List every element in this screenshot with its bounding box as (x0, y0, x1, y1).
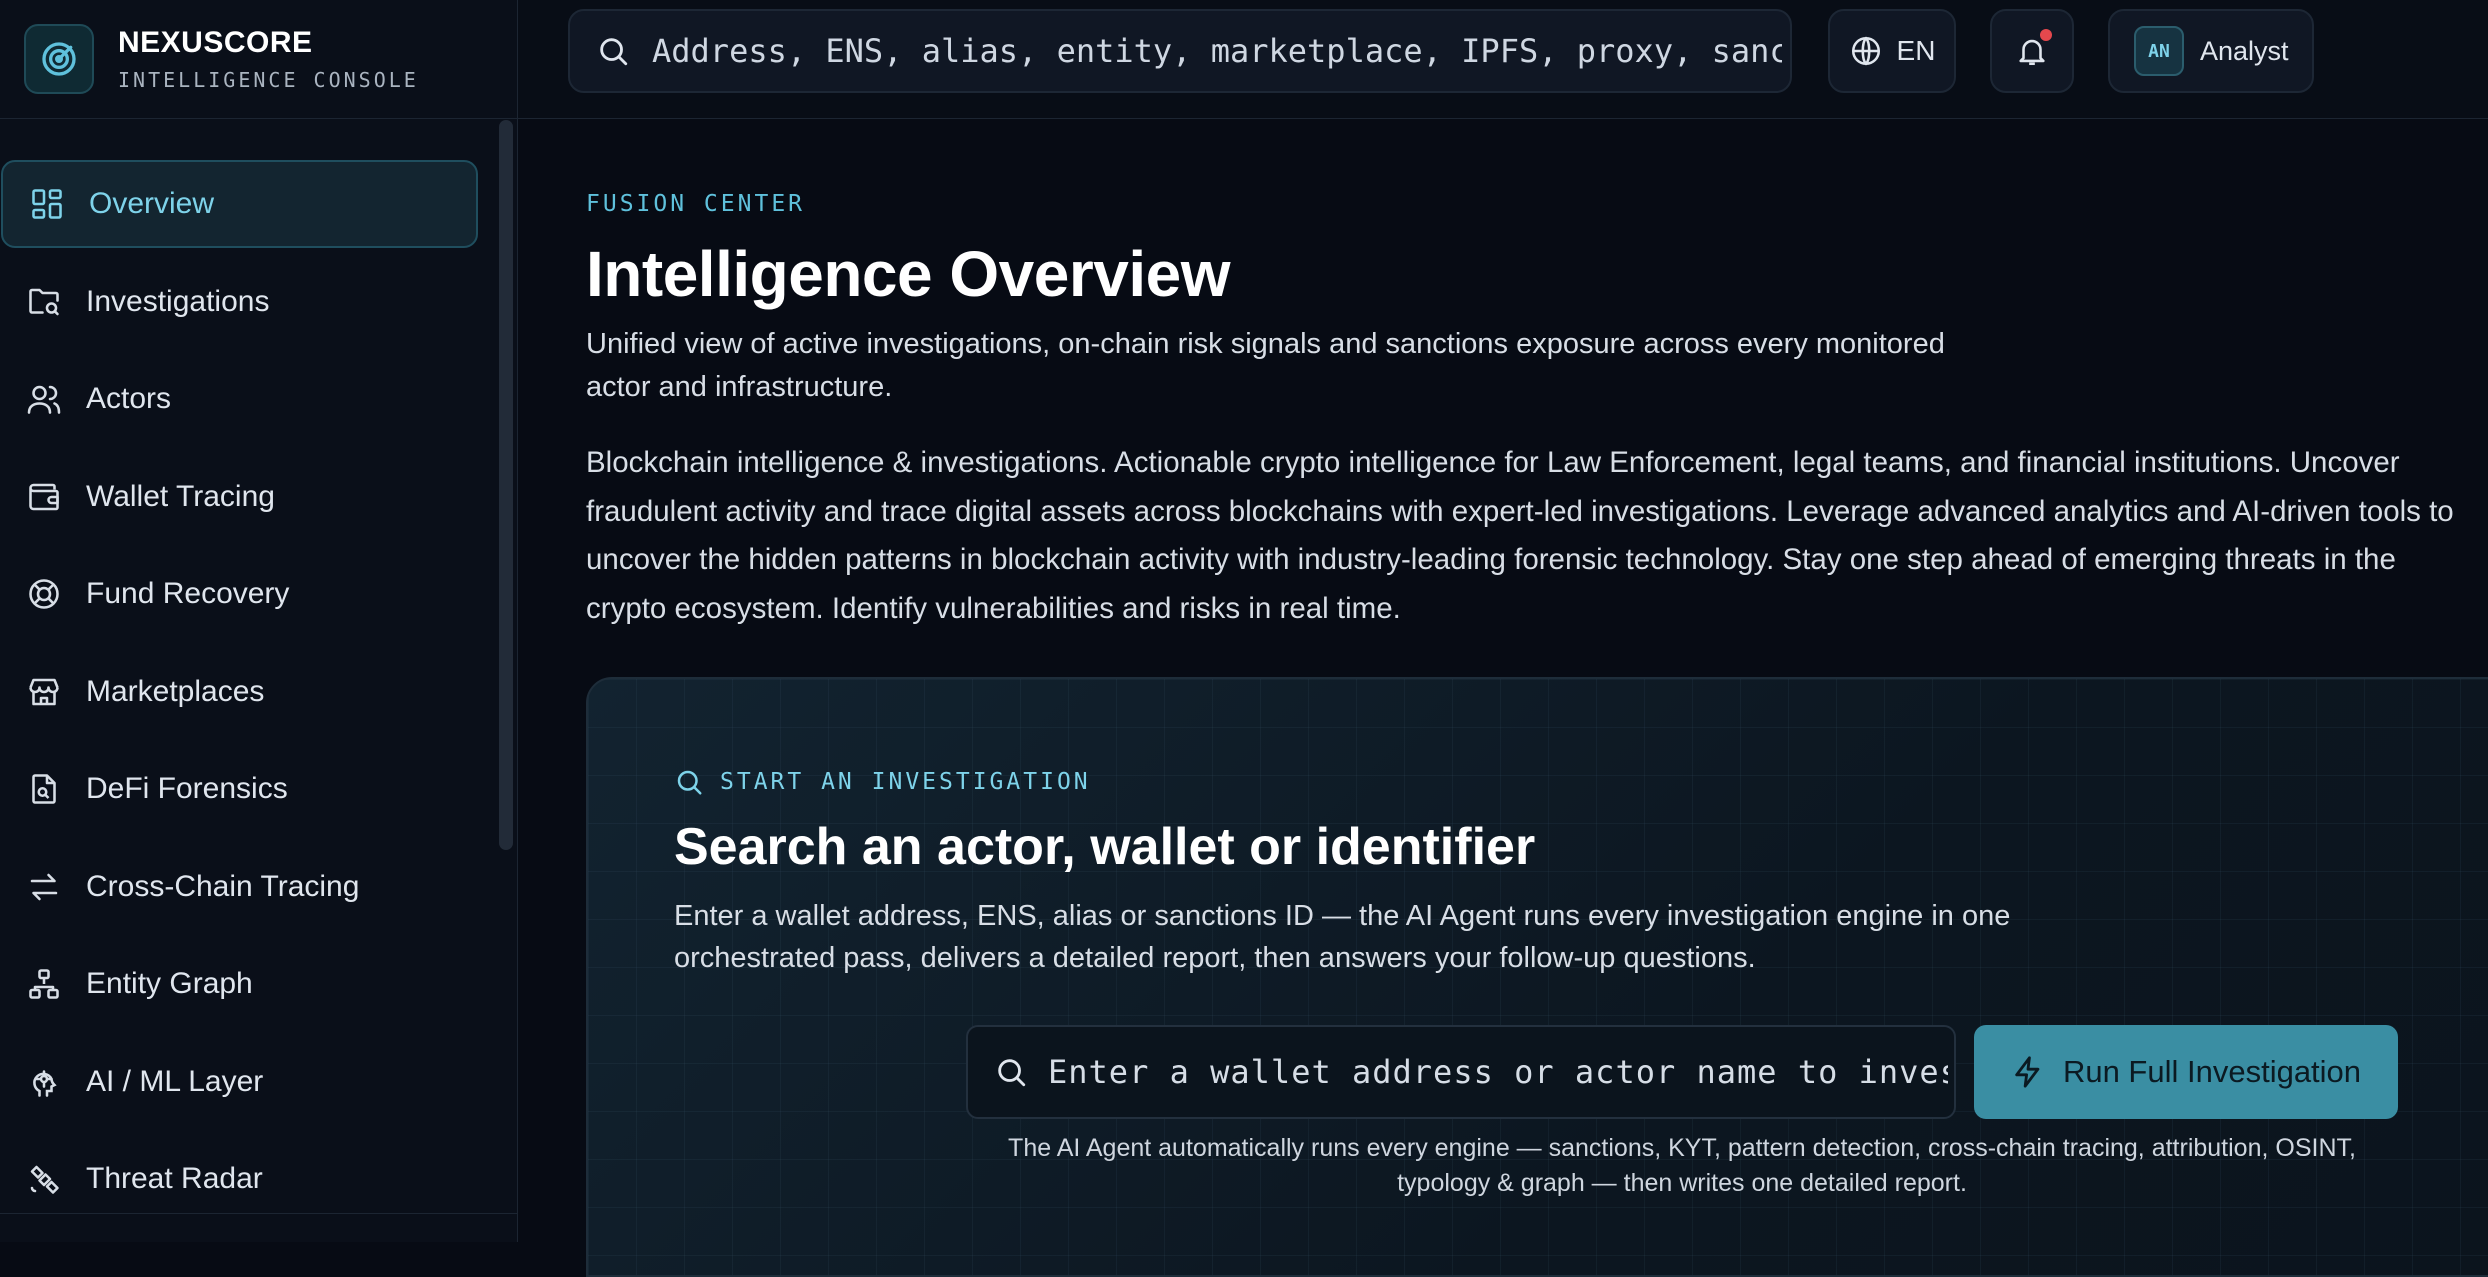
sidebar-item-label: Investigations (86, 284, 270, 318)
sidebar-nav: Overview Investigations Actors Wallet Tr… (0, 160, 478, 1233)
file-search-icon (32, 774, 56, 804)
investigation-eyebrow: START AN INVESTIGATION (674, 767, 1091, 797)
page-subtitle: Unified view of active investigations, o… (586, 328, 1945, 403)
sidebar-item-marketplaces[interactable]: Marketplaces (0, 648, 478, 736)
search-icon (677, 770, 702, 795)
sidebar-item-wallet-tracing[interactable]: Wallet Tracing (0, 453, 478, 541)
radar-icon (24, 24, 94, 94)
page-eyebrow: FUSION CENTER (586, 191, 806, 217)
page-title: Intelligence Overview (586, 238, 1231, 310)
sidebar-item-investigations[interactable]: Investigations (0, 258, 478, 346)
investigation-panel: START AN INVESTIGATION Search an actor, … (586, 677, 2488, 1277)
run-investigation-label: Run Full Investigation (2062, 1054, 2362, 1089)
run-investigation-button[interactable]: Run Full Investigation (1974, 1025, 2398, 1119)
lightning-icon (2015, 1056, 2040, 1088)
investigation-search-input[interactable] (1048, 1053, 1948, 1091)
sidebar-divider (0, 1213, 518, 1214)
sidebar-item-label: Cross-Chain Tracing (86, 869, 360, 903)
brand[interactable]: NEXUSCORE INTELLIGENCE CONSOLE (0, 0, 517, 119)
search-icon (600, 38, 628, 66)
investigation-description: Enter a wallet address, ENS, alias or sa… (674, 900, 2011, 974)
sidebar-item-overview[interactable]: Overview (1, 160, 478, 248)
brand-subtitle: INTELLIGENCE CONSOLE (118, 68, 419, 92)
network-icon (29, 969, 59, 999)
investigation-eyebrow-label: START AN INVESTIGATION (720, 769, 1091, 795)
sidebar-item-cross-chain-tracing[interactable]: Cross-Chain Tracing (0, 843, 478, 931)
language-label: EN (1896, 35, 1936, 66)
sidebar-item-label: Wallet Tracing (86, 479, 275, 513)
sidebar-item-label: Entity Graph (86, 967, 253, 1000)
page-description: Blockchain intelligence & investigations… (586, 446, 2454, 625)
sidebar-item-actors[interactable]: Actors (0, 355, 478, 443)
notifications-button[interactable] (1990, 9, 2074, 93)
satellite-icon (30, 1165, 59, 1194)
store-icon (29, 678, 59, 705)
search-icon (998, 1059, 1026, 1087)
sidebar-item-entity-graph[interactable]: Entity Graph (0, 940, 478, 1028)
arrows-exchange-icon (30, 873, 58, 900)
investigation-search[interactable] (966, 1025, 1956, 1119)
sidebar-item-label: Overview (89, 187, 215, 220)
investigation-title: Search an actor, wallet or identifier (674, 818, 1536, 876)
global-search[interactable] (568, 9, 1792, 93)
user-menu[interactable]: AN Analyst (2108, 9, 2314, 93)
user-name: Analyst (2200, 35, 2289, 66)
folder-search-icon (29, 288, 59, 315)
sidebar-item-label: AI / ML Layer (86, 1064, 264, 1098)
sidebar-scrollbar[interactable] (499, 120, 513, 850)
topbar: EN AN Analyst (518, 0, 2488, 119)
sidebar-item-label: Actors (86, 382, 172, 415)
avatar: AN (2134, 26, 2184, 76)
users-icon (27, 385, 61, 414)
globe-icon (1851, 36, 1880, 66)
sidebar-item-label: Marketplaces (86, 674, 265, 708)
sidebar-item-threat-radar[interactable]: Threat Radar (0, 1135, 478, 1223)
sidebar-item-label: Fund Recovery (86, 577, 290, 610)
brain-icon (33, 1069, 57, 1097)
lifebuoy-icon (29, 579, 59, 609)
sidebar-item-ai-ml-layer[interactable]: AI / ML Layer (0, 1038, 478, 1126)
global-search-input[interactable] (652, 32, 1782, 70)
investigation-note: The AI Agent automatically runs every en… (1008, 1134, 2356, 1197)
sidebar-item-label: DeFi Forensics (86, 772, 288, 805)
sidebar: NEXUSCORE INTELLIGENCE CONSOLE Overview … (0, 0, 518, 1242)
sidebar-item-label: Threat Radar (86, 1162, 263, 1195)
wallet-icon (29, 483, 59, 510)
sidebar-item-defi-forensics[interactable]: DeFi Forensics (0, 745, 478, 833)
dashboard-icon (32, 189, 62, 219)
notification-badge (2040, 29, 2052, 41)
brand-name: NEXUSCORE (118, 26, 313, 59)
language-button[interactable]: EN (1828, 9, 1956, 93)
sidebar-item-fund-recovery[interactable]: Fund Recovery (0, 550, 478, 638)
